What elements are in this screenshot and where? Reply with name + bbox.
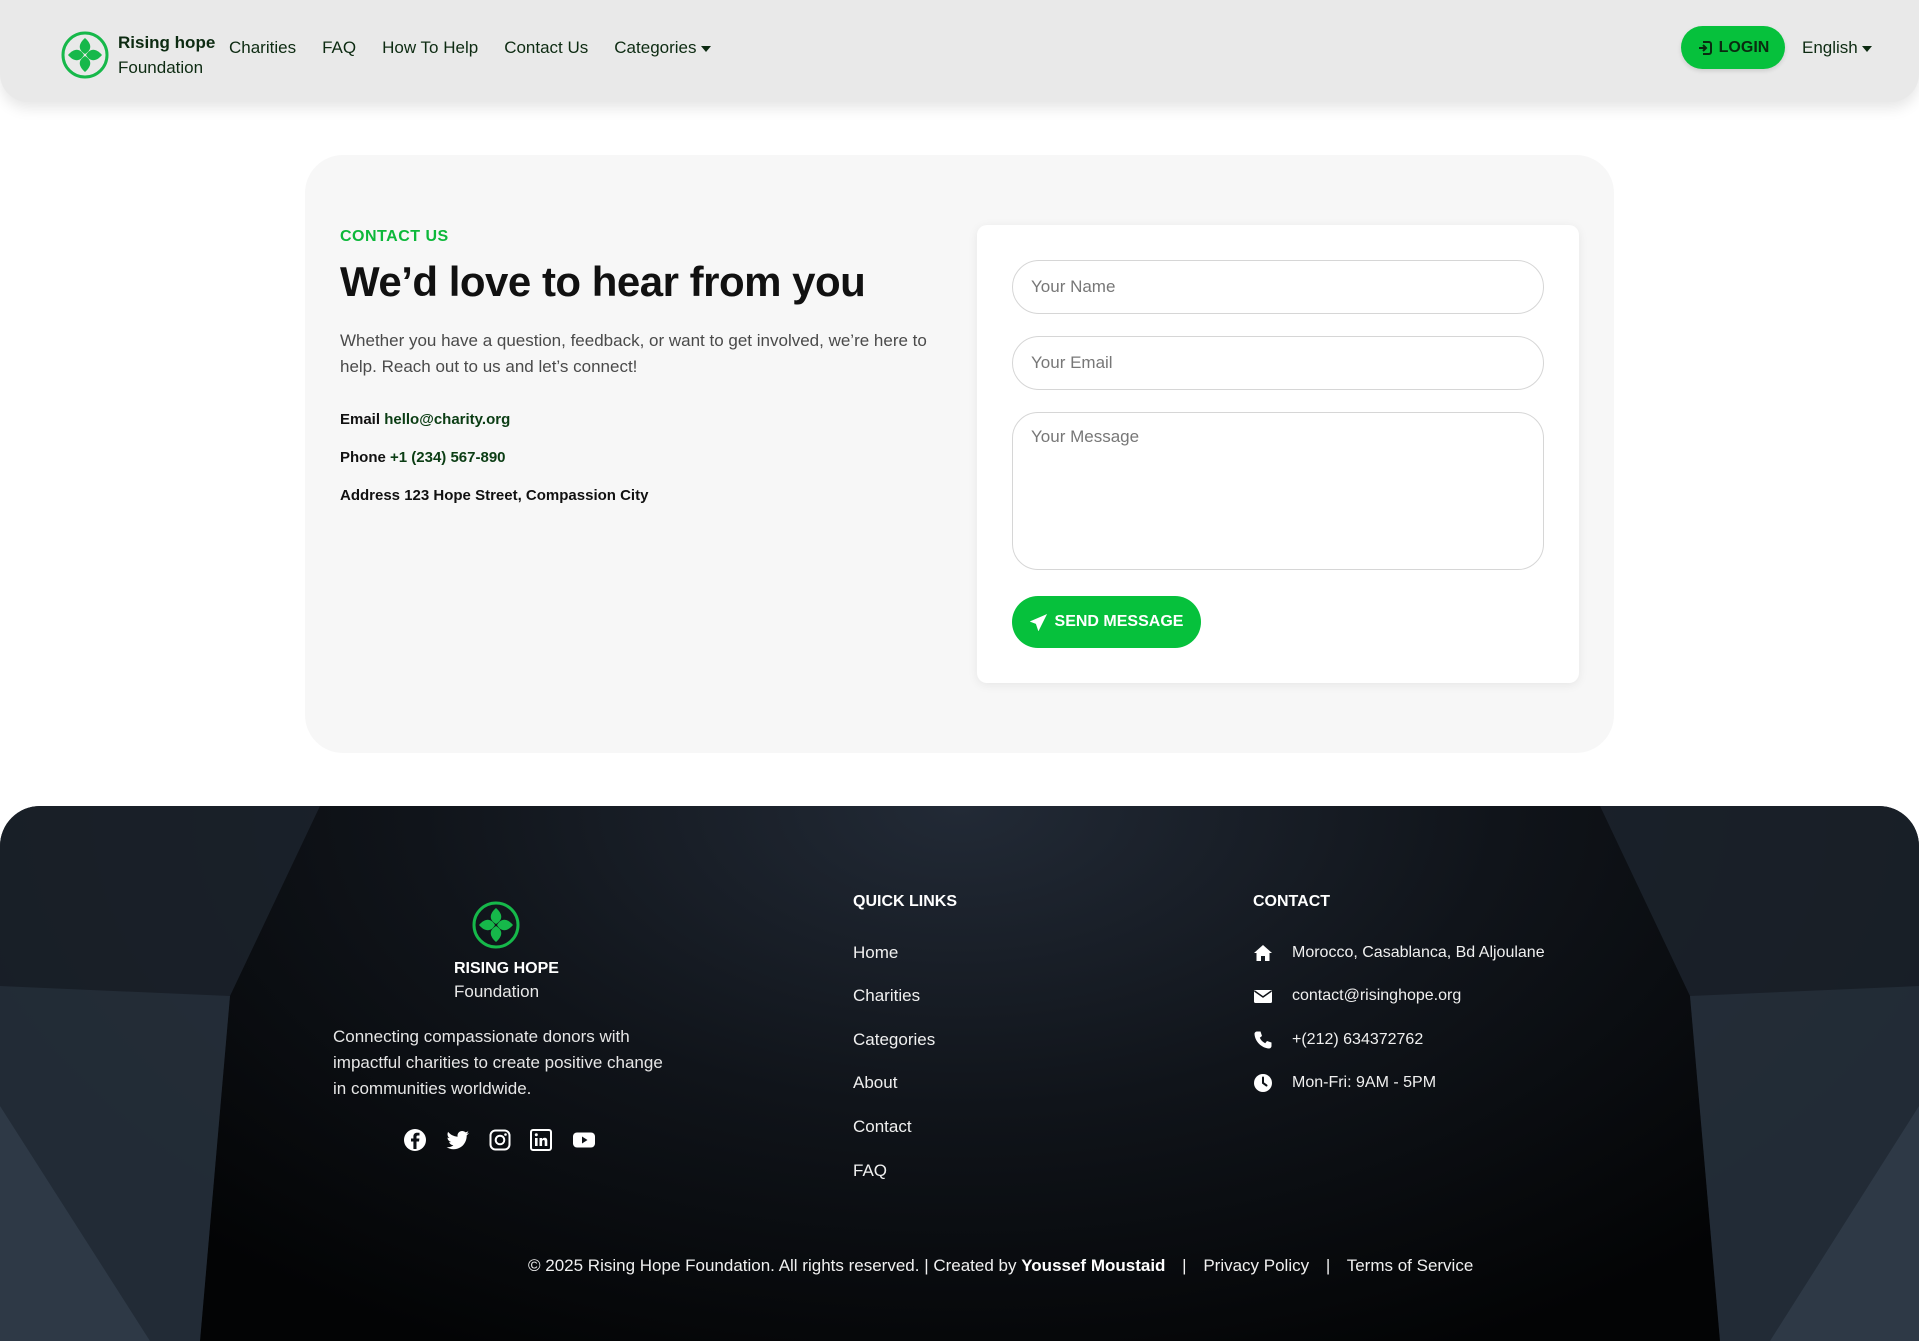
brand-sub: Foundation [118, 58, 204, 77]
footer-logo-icon [472, 901, 520, 949]
privacy-policy-link[interactable]: Privacy Policy [1203, 1256, 1309, 1275]
contact-eyebrow: CONTACT US [340, 228, 449, 245]
contact-phone-line: Phone +1 (234) 567-890 [340, 449, 506, 466]
copyright-text: © 2025 Rising Hope Foundation. All right… [528, 1256, 1017, 1275]
footer-contact-hours: Mon-Fri: 9AM - 5PM [1253, 1073, 1436, 1093]
brand[interactable]: Rising hope Foundation [60, 30, 215, 80]
nav-link-how-to-help[interactable]: How To Help [382, 38, 478, 58]
terms-of-service-link[interactable]: Terms of Service [1347, 1256, 1474, 1275]
contact-lead: Whether you have a question, feedback, o… [340, 331, 927, 376]
nav-link-faq[interactable]: FAQ [322, 38, 356, 58]
address-value: 123 Hope Street, Compassion City [404, 487, 649, 504]
brand-name: Rising hope [118, 33, 216, 52]
footer-link-faq[interactable]: FAQ [853, 1161, 887, 1181]
email-input[interactable] [1012, 336, 1544, 390]
clock-icon [1254, 1074, 1272, 1092]
footer-copyright: © 2025 Rising Hope Foundation. All right… [528, 1256, 1473, 1276]
contact-email-line: Email hello@charity.org [340, 411, 510, 428]
footer-contact-email: contact@risinghope.org [1253, 986, 1461, 1006]
footer-description: Connecting compassionate donors with imp… [333, 1027, 663, 1098]
message-textarea[interactable] [1012, 412, 1544, 570]
nav-links: Charities FAQ How To Help Contact Us Cat… [229, 38, 737, 58]
nav-link-charities[interactable]: Charities [229, 38, 296, 58]
phone-icon [1254, 1031, 1272, 1049]
address-label: Address [340, 487, 401, 504]
footer-hours-text: Mon-Fri: 9AM - 5PM [1292, 1074, 1437, 1091]
footer-phone-text[interactable]: +(212) 634372762 [1292, 1031, 1423, 1049]
nav-dropdown-categories-label: Categories [614, 38, 697, 57]
sign-in-icon [1698, 40, 1712, 55]
phone-value[interactable]: +1 (234) 567-890 [390, 449, 506, 466]
name-input[interactable] [1012, 260, 1544, 314]
contact-form: SEND MESSAGE [977, 225, 1579, 683]
footer-link-home[interactable]: Home [853, 943, 898, 963]
footer-contact-address: Morocco, Casablanca, Bd Aljoulane [1253, 943, 1545, 963]
youtube-icon[interactable] [572, 1128, 596, 1152]
footer-link-charities[interactable]: Charities [853, 986, 920, 1006]
footer-contact-title: CONTACT [1253, 893, 1331, 910]
email-label: Email [340, 411, 381, 428]
language-label: English [1802, 38, 1858, 57]
twitter-icon[interactable] [446, 1128, 470, 1152]
contact-headline: We’d love to hear from you [340, 258, 866, 305]
footer-link-about[interactable]: About [853, 1073, 897, 1093]
hands-circle-logo-icon [61, 31, 109, 79]
top-navbar: Rising hope Foundation Charities FAQ How… [0, 0, 1919, 102]
footer-contact-phone: +(212) 634372762 [1253, 1030, 1423, 1050]
footer-email-text[interactable]: contact@risinghope.org [1292, 987, 1461, 1005]
nav-dropdown-categories[interactable]: Categories [614, 38, 711, 58]
phone-label: Phone [340, 449, 386, 466]
facebook-icon[interactable] [403, 1128, 427, 1152]
send-message-label: SEND MESSAGE [1054, 613, 1184, 630]
footer-link-contact[interactable]: Contact [853, 1117, 912, 1137]
paper-plane-icon [1029, 613, 1047, 631]
separator: | [1325, 1256, 1331, 1275]
home-icon [1254, 945, 1272, 961]
send-message-button[interactable]: SEND MESSAGE [1012, 596, 1201, 648]
caret-down-icon [700, 45, 711, 52]
nav-link-contact-us[interactable]: Contact Us [504, 38, 588, 58]
creator-name: Youssef Moustaid [1021, 1256, 1166, 1275]
caret-down-icon [1861, 45, 1872, 52]
envelope-icon [1254, 990, 1272, 1003]
footer-address-text: Morocco, Casablanca, Bd Aljoulane [1292, 944, 1545, 961]
email-value[interactable]: hello@charity.org [384, 411, 510, 428]
language-dropdown[interactable]: English [1802, 38, 1872, 58]
footer-link-categories[interactable]: Categories [853, 1030, 935, 1050]
separator: | [1182, 1256, 1187, 1275]
contact-address-line: Address 123 Hope Street, Compassion City [340, 487, 648, 504]
footer-brand-sub: Foundation [454, 982, 540, 1001]
footer-brand-name: RISING HOPE [454, 960, 559, 977]
login-button[interactable]: LOGIN [1681, 26, 1785, 69]
instagram-icon[interactable] [488, 1128, 512, 1152]
linkedin-icon[interactable] [529, 1128, 553, 1152]
login-label: LOGIN [1718, 38, 1770, 56]
quick-links-title: QUICK LINKS [853, 893, 957, 910]
